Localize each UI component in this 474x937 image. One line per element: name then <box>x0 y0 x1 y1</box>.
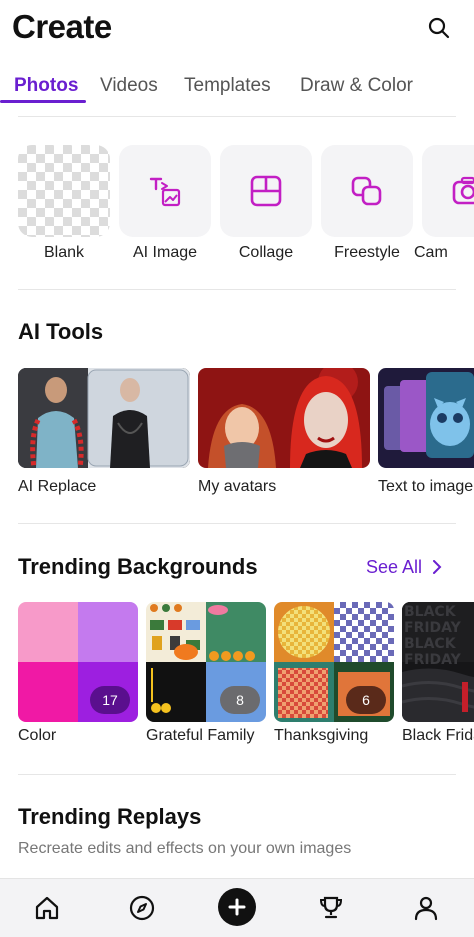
page-title: Create <box>12 8 112 45</box>
trending-backgrounds-row: 17 Color 8 Grateful Family 6 Thanksgivin… <box>18 602 474 752</box>
svg-text:FRIDAY: FRIDAY <box>404 652 462 668</box>
nav-home[interactable] <box>30 891 64 925</box>
section-subtitle: Recreate edits and effects on your own i… <box>18 840 352 857</box>
collage-icon <box>250 175 282 207</box>
trophy-icon <box>319 896 343 919</box>
background-label: Thanksgiving <box>274 727 369 744</box>
ai-tool-my-avatars[interactable]: My avatars <box>198 368 370 495</box>
section-title-ai-tools: AI Tools <box>18 319 104 344</box>
create-item-freestyle[interactable]: Freestyle <box>321 145 413 261</box>
svg-text:FRIDAY: FRIDAY <box>404 620 462 636</box>
black-friday-background-thumbnail: BLACK FRIDAY BLACK FRIDAY <box>402 602 474 722</box>
header: Create <box>0 0 474 60</box>
content-type-tabs: Photos Videos Templates Draw & Color <box>0 68 474 108</box>
divider <box>18 289 456 290</box>
ai-tools-row: AI Replace My avatars Text to image <box>18 368 474 498</box>
see-all-link[interactable]: See All <box>366 557 443 578</box>
section-title-trending-backgrounds: Trending Backgrounds <box>18 554 258 579</box>
section-title-trending-replays: Trending Replays <box>18 804 202 829</box>
freestyle-icon <box>351 176 382 206</box>
divider <box>18 116 456 117</box>
tab-photos[interactable]: Photos <box>14 75 78 97</box>
ai-replace-thumbnail <box>18 368 190 468</box>
search-button[interactable] <box>426 15 452 41</box>
ai-tool-label: Text to image <box>378 478 474 495</box>
ai-tool-text-to-image[interactable]: Text to image <box>378 368 474 495</box>
explore-icon <box>129 895 155 921</box>
my-avatars-thumbnail <box>198 368 370 468</box>
text-to-image-icon <box>149 177 181 207</box>
ai-tool-label: My avatars <box>198 478 277 495</box>
create-item-label: Blank <box>43 244 85 261</box>
svg-text:BLACK: BLACK <box>404 604 457 620</box>
active-tab-indicator <box>0 100 86 103</box>
create-item-ai-image[interactable]: AI Image <box>119 145 211 261</box>
nav-profile[interactable] <box>409 891 443 925</box>
create-item-collage[interactable]: Collage <box>220 145 312 261</box>
text-to-image-thumbnail <box>378 368 474 468</box>
background-color[interactable]: 17 Color <box>18 602 138 744</box>
transparent-checker <box>18 145 110 237</box>
create-options-row: Blank AI Image Collage Freestyle Cam <box>18 145 474 265</box>
chevron-right-icon <box>433 560 442 574</box>
divider <box>18 523 456 524</box>
create-item-camera[interactable]: Cam <box>414 145 474 261</box>
profile-icon <box>414 896 438 921</box>
nav-create-button[interactable] <box>218 888 256 926</box>
bottom-navigation <box>0 878 474 937</box>
create-item-label: Cam <box>414 244 448 261</box>
count-badge: 6 <box>346 686 386 714</box>
background-label: Grateful Family <box>146 727 255 744</box>
nav-challenges[interactable] <box>314 891 348 925</box>
background-label: Black Friday <box>402 727 474 744</box>
background-black-friday[interactable]: BLACK FRIDAY BLACK FRIDAY Black Friday <box>402 602 474 744</box>
background-label: Color <box>18 727 57 744</box>
create-item-label: Freestyle <box>334 244 400 261</box>
create-item-label: Collage <box>238 244 294 261</box>
ai-tool-ai-replace[interactable]: AI Replace <box>18 368 190 495</box>
divider <box>18 774 456 775</box>
background-grateful-family[interactable]: 8 Grateful Family <box>146 602 266 744</box>
camera-icon <box>452 176 474 205</box>
background-thanksgiving[interactable]: 6 Thanksgiving <box>274 602 394 744</box>
tab-templates[interactable]: Templates <box>184 75 271 97</box>
ai-tool-label: AI Replace <box>18 478 97 495</box>
plus-icon <box>228 898 246 916</box>
tab-videos[interactable]: Videos <box>100 75 158 97</box>
count-badge: 17 <box>90 686 130 714</box>
thanksgiving-background-thumbnail: 6 <box>274 602 394 722</box>
color-background-thumbnail: 17 <box>18 602 138 722</box>
count-badge: 8 <box>220 686 260 714</box>
create-item-label: AI Image <box>132 244 198 261</box>
grateful-family-background-thumbnail: 8 <box>146 602 266 722</box>
home-icon <box>35 896 59 920</box>
search-icon <box>428 17 450 39</box>
svg-text:BLACK: BLACK <box>404 636 457 652</box>
see-all-label: See All <box>366 557 423 577</box>
nav-explore[interactable] <box>125 891 159 925</box>
create-item-blank[interactable]: Blank <box>18 145 110 261</box>
tab-draw-and-color[interactable]: Draw & Color <box>300 75 413 97</box>
